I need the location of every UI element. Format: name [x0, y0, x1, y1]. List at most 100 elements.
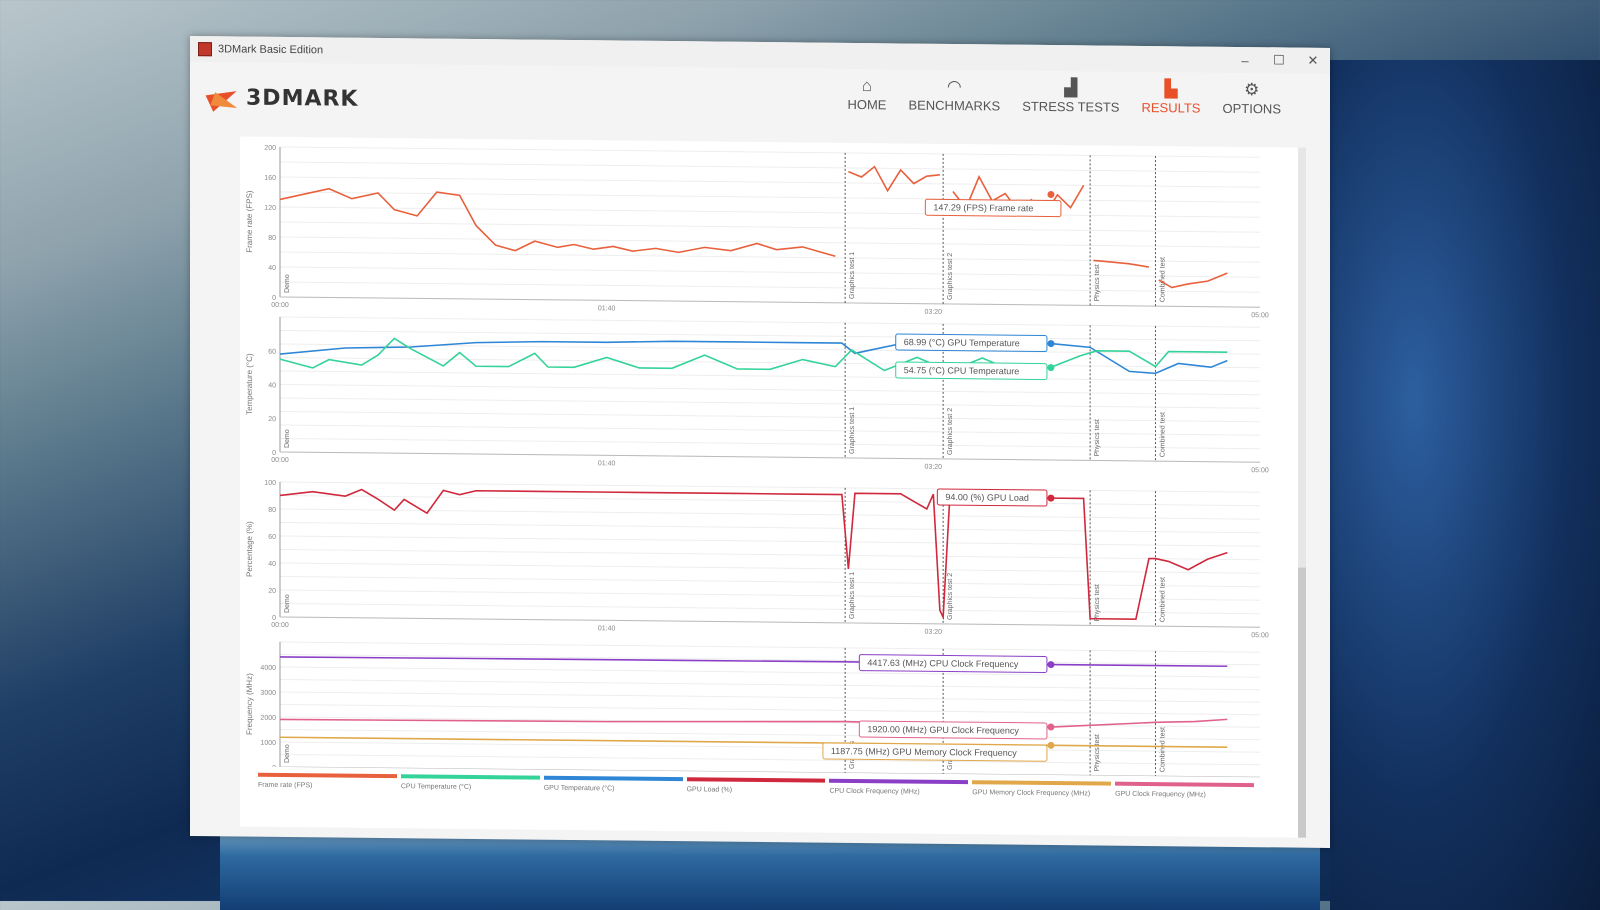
section-label: Demo	[284, 274, 291, 293]
x-tick-label: 03:20	[925, 629, 943, 636]
y-tick-label: 3000	[260, 690, 276, 697]
series-line	[848, 165, 940, 193]
legend-label: CPU Temperature (°C)	[400, 783, 472, 791]
logo-text: 3DMARK	[246, 85, 359, 112]
y-axis-label: Temperature (°C)	[245, 353, 254, 415]
y-axis-label: Frame rate (FPS)	[245, 190, 254, 253]
nav-benchmarks[interactable]: ◠ BENCHMARKS	[897, 75, 1011, 114]
grid-line	[280, 703, 1260, 716]
x-axis	[280, 451, 1260, 463]
grid-line	[280, 562, 1260, 574]
gauge-icon: ◠	[946, 76, 962, 97]
results-chart-icon: ▙	[1164, 79, 1178, 99]
tooltip-point	[1047, 340, 1055, 348]
legend-item[interactable]: GPU Load (%)	[686, 777, 826, 794]
y-axis-label: Frequency (MHz)	[245, 673, 254, 735]
grid-line	[280, 383, 1260, 396]
y-tick-label: 4000	[260, 665, 276, 672]
section-label: Graphics test 1	[849, 407, 856, 454]
tooltip-point	[1047, 191, 1055, 199]
x-tick-label: 03:20	[925, 309, 943, 316]
section-label: Physics test	[1094, 264, 1101, 301]
grid-line	[280, 370, 1260, 382]
legend-label: CPU Clock Frequency (MHz)	[829, 787, 920, 796]
section-label: Demo	[284, 429, 291, 448]
minimize-button[interactable]: –	[1228, 52, 1262, 68]
legend-item[interactable]: CPU Clock Frequency (MHz)	[829, 778, 969, 796]
grid-line	[280, 281, 1260, 293]
y-tick-label: 1000	[260, 740, 276, 747]
home-icon: ⌂	[861, 76, 873, 96]
x-tick-label: 01:40	[598, 460, 616, 467]
y-tick-label: 80	[268, 507, 276, 514]
x-tick-label: 05:00	[1251, 632, 1269, 639]
y-tick-label: 40	[268, 265, 276, 272]
legend-swatch	[258, 772, 397, 779]
logo-flame-icon	[208, 80, 242, 114]
app-window: 3DMark Basic Edition – ☐ ✕ 3DMARK ⌂ HOME ◠…	[190, 36, 1330, 848]
grid-line	[280, 266, 1260, 278]
legend-swatch	[1115, 781, 1255, 788]
grid-line	[280, 589, 1260, 601]
legend-label: Frame rate (FPS)	[258, 781, 313, 790]
x-tick-label: 00:00	[271, 622, 289, 629]
y-tick-label: 160	[264, 175, 276, 182]
series-line	[279, 488, 1228, 621]
tooltip-point	[1047, 723, 1055, 731]
x-tick-label: 01:40	[598, 625, 616, 632]
chart-panel-3: Percentage (%) 0 20 40 60 80 100 00:00 01:40 03:2…	[245, 480, 1269, 640]
x-tick-label: 03:20	[925, 464, 943, 471]
nav-label: OPTIONS	[1222, 100, 1281, 117]
section-label: Graphics test 2	[947, 253, 954, 300]
section-label: Combined test	[1159, 577, 1166, 622]
section-label: Combined test	[1159, 727, 1166, 772]
legend-item[interactable]: GPU Clock Frequency (MHz)	[1115, 781, 1255, 799]
grid-line	[280, 753, 1260, 766]
maximize-button[interactable]: ☐	[1262, 52, 1296, 68]
tooltip-text: 147.29 (FPS) Frame rate	[933, 202, 1033, 213]
grid-line	[280, 548, 1260, 561]
window-title: 3DMark Basic Edition	[218, 43, 324, 57]
legend-item[interactable]: Frame rate (FPS)	[258, 772, 397, 790]
tooltip-point	[1047, 741, 1055, 749]
section-label: Graphics test 2	[947, 408, 954, 455]
nav-label: BENCHMARKS	[908, 97, 1001, 114]
chart-panel-2: Temperature (°C) 0 20 40 60 00:00 01:40 03:20 05…	[245, 316, 1269, 474]
series-line	[280, 736, 1228, 748]
section-label: Demo	[284, 594, 291, 613]
section-label: Graphics test 1	[849, 252, 856, 299]
y-tick-label: 0	[272, 295, 276, 302]
legend-item[interactable]: GPU Memory Clock Frequency (MHz)	[972, 780, 1112, 797]
nav-home[interactable]: ⌂ HOME	[836, 75, 897, 113]
legend-item[interactable]: CPU Temperature (°C)	[400, 774, 540, 791]
section-label: Graphics test 1	[849, 572, 856, 619]
vertical-scrollbar[interactable]	[1298, 147, 1306, 838]
grid-line	[280, 678, 1260, 691]
nav-label: HOME	[847, 96, 887, 113]
grid-line	[280, 191, 1260, 203]
x-tick-label: 00:00	[271, 302, 289, 309]
nav-stress-tests[interactable]: ▟ STRESS TESTS	[1011, 77, 1130, 115]
legend-item[interactable]: GPU Temperature (°C)	[543, 775, 683, 793]
grid-line	[280, 356, 1260, 369]
y-tick-label: 2000	[260, 715, 276, 722]
y-tick-label: 0	[272, 765, 276, 772]
grid-line	[280, 221, 1260, 233]
x-axis	[280, 296, 1260, 308]
bar-chart-icon: ▟	[1064, 78, 1078, 98]
series-line	[279, 656, 1228, 668]
legend-swatch	[543, 775, 683, 782]
grid-line	[280, 535, 1260, 547]
grid-line	[280, 741, 1260, 753]
scrollbar-thumb[interactable]	[1298, 567, 1306, 838]
x-tick-label: 05:00	[1251, 467, 1269, 474]
y-tick-label: 200	[264, 145, 276, 152]
y-tick-label: 80	[268, 235, 276, 242]
legend-swatch	[686, 777, 826, 783]
nav-options[interactable]: ⚙ OPTIONS	[1211, 79, 1292, 117]
main-nav: ⌂ HOME ◠ BENCHMARKS ▟ STRESS TESTS ▙ RESULTS ⚙ OP…	[836, 75, 1292, 117]
nav-results[interactable]: ▙ RESULTS	[1130, 78, 1211, 116]
grid-line	[280, 481, 1260, 493]
close-button[interactable]: ✕	[1296, 53, 1330, 69]
series-line	[1158, 272, 1228, 289]
